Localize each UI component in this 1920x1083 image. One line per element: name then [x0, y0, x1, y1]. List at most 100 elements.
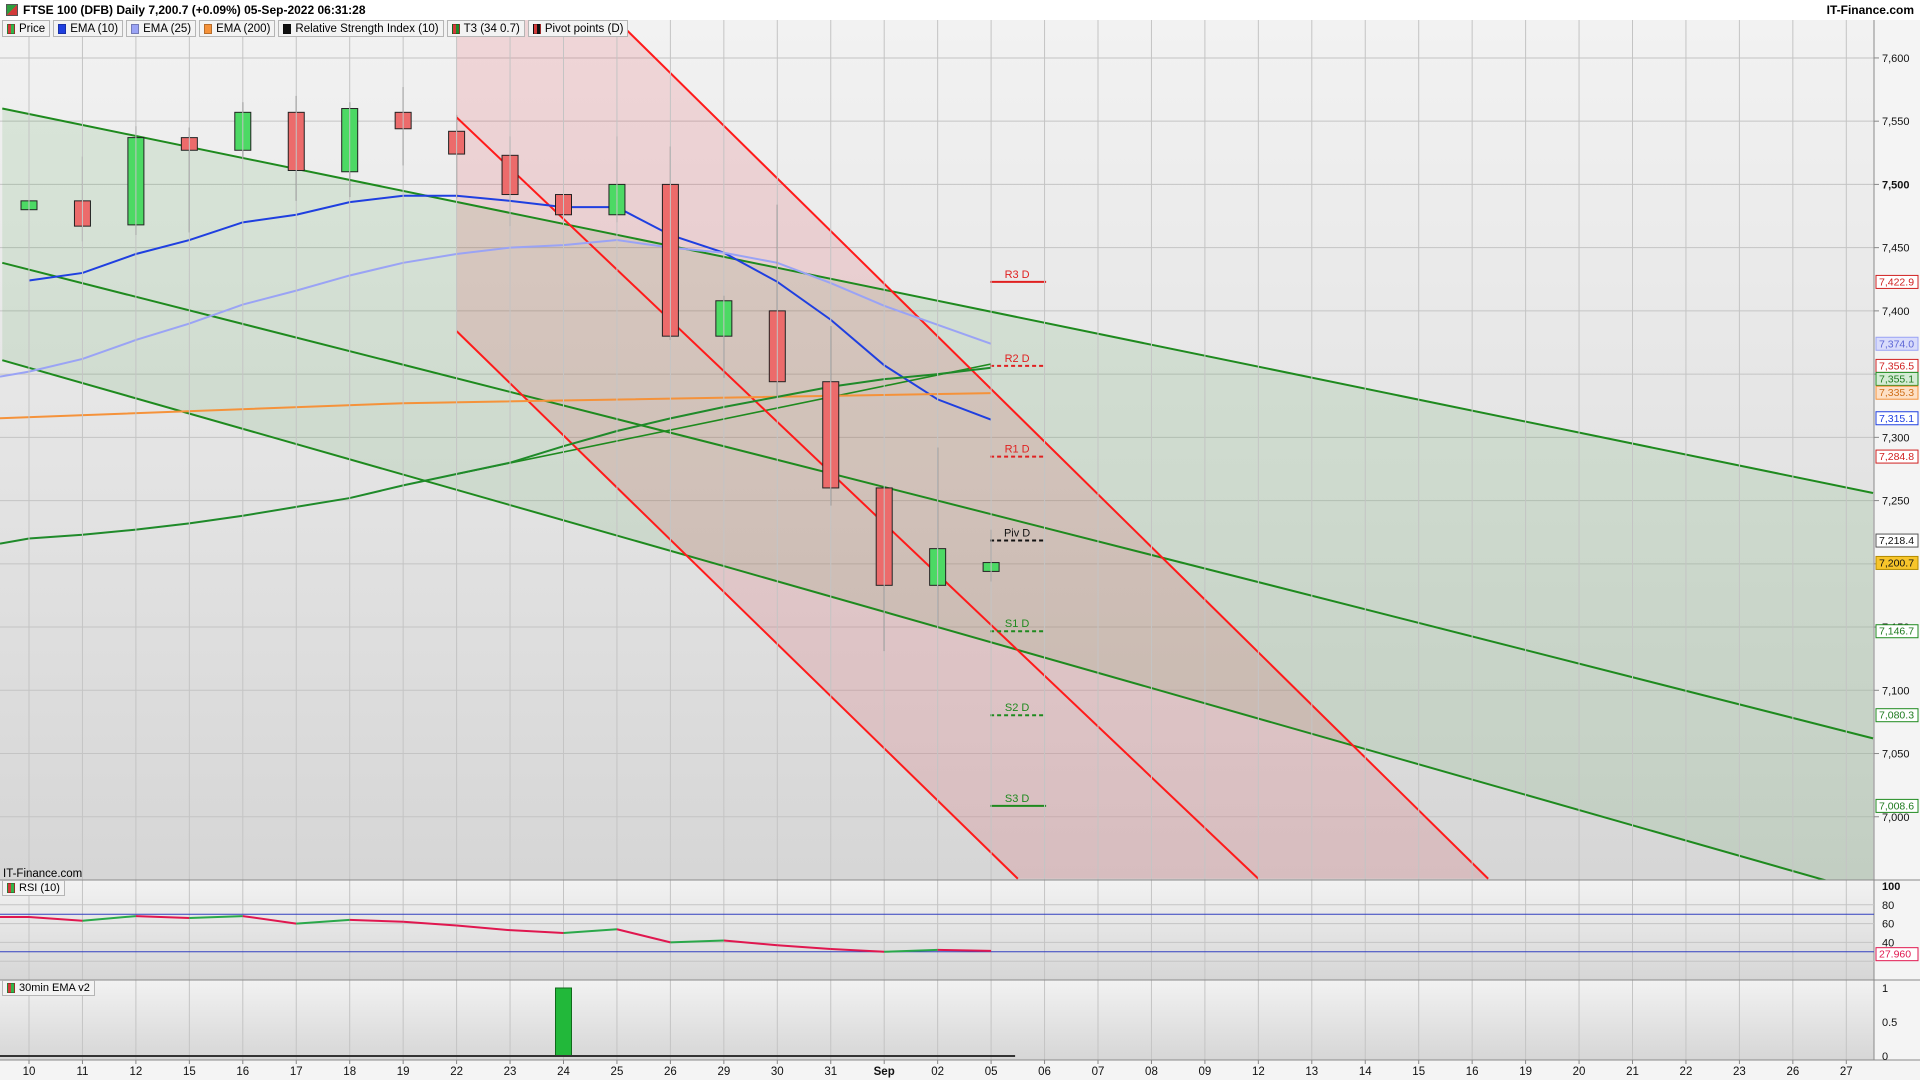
- rsi-tick-label: 60: [1882, 919, 1894, 931]
- pivot-label: Piv D: [1004, 528, 1030, 540]
- x-tick-label: 15: [183, 1066, 196, 1078]
- t3-swatch-icon: [451, 23, 460, 34]
- y-tick-label: 7,050: [1882, 749, 1910, 761]
- x-tick-label: 06: [1038, 1066, 1051, 1078]
- y-tick-label: 7,100: [1882, 685, 1910, 697]
- x-tick-label: 16: [1466, 1066, 1479, 1078]
- price-tag-label: 7,080.3: [1879, 710, 1914, 722]
- legend-ema10[interactable]: EMA (10): [53, 20, 124, 37]
- x-tick-label: 10: [23, 1066, 36, 1078]
- x-tick-label: 27: [1840, 1066, 1853, 1078]
- y-tick-label: 7,550: [1882, 116, 1910, 128]
- chart-canvas[interactable]: R3 D R2 D R1 D Piv D S1 D S2 D S3 D 7,000 7,050 7…: [0, 0, 1920, 1080]
- header-bar: FTSE 100 (DFB) Daily 7,200.7 (+0.09%) 05…: [0, 0, 1920, 20]
- y-tick-label: 7,600: [1882, 53, 1910, 65]
- price-swatch-icon: [7, 23, 15, 34]
- price-tag-label: 7,315.1: [1879, 413, 1914, 425]
- legend-label: EMA (10): [70, 22, 119, 35]
- x-tick-label: 02: [931, 1066, 944, 1078]
- brand-label: IT-Finance.com: [1826, 3, 1914, 17]
- x-tick-label: 20: [1573, 1066, 1586, 1078]
- legend-label: EMA (25): [143, 22, 192, 35]
- x-tick-label: 11: [76, 1066, 88, 1078]
- pivot-label: S1 D: [1005, 618, 1030, 630]
- ema25-swatch-icon: [131, 23, 140, 34]
- rsi-panel-icon: [7, 883, 15, 893]
- pivot-label: R2 D: [1005, 353, 1030, 365]
- legend-label: Relative Strength Index (10): [295, 22, 439, 35]
- x-tick-label: 19: [397, 1066, 410, 1078]
- rsi-label-text: RSI (10): [19, 882, 60, 894]
- x-tick-label: 18: [343, 1066, 356, 1078]
- legend-t3[interactable]: T3 (34 0.7): [446, 20, 525, 37]
- pivot-label: R1 D: [1005, 444, 1030, 456]
- y-tick-label: 7,250: [1882, 496, 1910, 508]
- legend-ema200[interactable]: EMA (200): [199, 20, 276, 37]
- rsi-segment: [937, 948, 992, 952]
- x-tick-label: 17: [290, 1066, 303, 1078]
- x-tick-label: 30: [771, 1066, 784, 1078]
- legend-price[interactable]: Price: [2, 20, 51, 37]
- x-tick-label: 07: [1092, 1066, 1105, 1078]
- x-tick-label: 05: [985, 1066, 998, 1078]
- ema200-swatch-icon: [204, 23, 213, 34]
- x-tick-label: 29: [717, 1066, 730, 1078]
- legend-label: Price: [19, 22, 46, 35]
- y-tick-label: 7,000: [1882, 812, 1910, 824]
- x-tick-label: 24: [557, 1066, 570, 1078]
- pivot-label: S2 D: [1005, 702, 1030, 714]
- ema30-tick-label: 1: [1882, 983, 1888, 995]
- watermark: IT-Finance.com: [3, 868, 83, 880]
- chart-area[interactable]: R3 D R2 D R1 D Piv D S1 D S2 D S3 D 7,000 7,050 7…: [0, 0, 1920, 1080]
- x-tick-label: 12: [1252, 1066, 1265, 1078]
- price-tag-label: 7,200.7: [1879, 557, 1914, 569]
- ema30-tick-label: 0: [1882, 1051, 1888, 1063]
- rsi-tick-label: 80: [1882, 900, 1894, 912]
- x-tick-label: 23: [504, 1066, 517, 1078]
- ema30-plot-background: [0, 980, 1874, 1060]
- x-tick-label: 25: [611, 1066, 624, 1078]
- x-tick-label: 26: [1786, 1066, 1799, 1078]
- rsi-tick-label: 100: [1882, 881, 1900, 893]
- legend-rsi[interactable]: Relative Strength Index (10): [278, 20, 444, 37]
- y-tick-label: 7,450: [1882, 243, 1910, 255]
- price-tag-label: 7,355.1: [1879, 373, 1914, 385]
- pivot-label: R3 D: [1005, 269, 1030, 281]
- legend-ema25[interactable]: EMA (25): [126, 20, 197, 37]
- x-tick-label: 22: [450, 1066, 463, 1078]
- ema30-panel-icon: [7, 983, 15, 993]
- ema30-tick-label: 0.5: [1882, 1017, 1897, 1029]
- price-tag-label: 7,218.4: [1879, 535, 1914, 547]
- x-tick-label: 21: [1626, 1066, 1639, 1078]
- price-tag-label: 7,008.6: [1879, 800, 1914, 812]
- legend-bar: Price EMA (10) EMA (25) EMA (200) Relati…: [2, 20, 629, 37]
- pivot-label: S3 D: [1005, 793, 1030, 805]
- ema30-bar: [555, 987, 572, 1057]
- x-tick-label: 14: [1359, 1066, 1372, 1078]
- legend-label: Pivot points (D): [544, 22, 624, 35]
- price-tag-label: 7,422.9: [1879, 276, 1914, 288]
- ema30-label-text: 30min EMA v2: [19, 982, 90, 994]
- rsi-plot-background: [0, 880, 1874, 980]
- y-tick-label: 7,300: [1882, 432, 1910, 444]
- chart-title: FTSE 100 (DFB) Daily 7,200.7 (+0.09%) 05…: [23, 3, 366, 17]
- legend-label: EMA (200): [216, 22, 271, 35]
- x-tick-label: 22: [1680, 1066, 1693, 1078]
- legend-label: T3 (34 0.7): [463, 22, 520, 35]
- price-tag-label: 7,284.8: [1879, 451, 1914, 463]
- ema10-swatch-icon: [58, 23, 67, 34]
- price-tag-label: 7,374.0: [1879, 338, 1914, 350]
- app-logo-icon: [6, 4, 18, 16]
- legend-pivots[interactable]: Pivot points (D): [527, 20, 629, 37]
- price-tag-label: 7,335.3: [1879, 387, 1914, 399]
- price-tag-label: 7,146.7: [1879, 626, 1914, 638]
- rsi-swatch-icon: [283, 23, 292, 34]
- y-tick-label: 7,500: [1882, 179, 1910, 191]
- ema30-panel-label[interactable]: 30min EMA v2: [2, 980, 95, 996]
- rsi-panel-label[interactable]: RSI (10): [2, 880, 65, 896]
- x-tick-label: 15: [1412, 1066, 1425, 1078]
- x-tick-label: 16: [236, 1066, 249, 1078]
- x-tick-label: Sep: [874, 1066, 895, 1078]
- x-tick-label: 19: [1519, 1066, 1532, 1078]
- x-tick-label: 09: [1199, 1066, 1212, 1078]
